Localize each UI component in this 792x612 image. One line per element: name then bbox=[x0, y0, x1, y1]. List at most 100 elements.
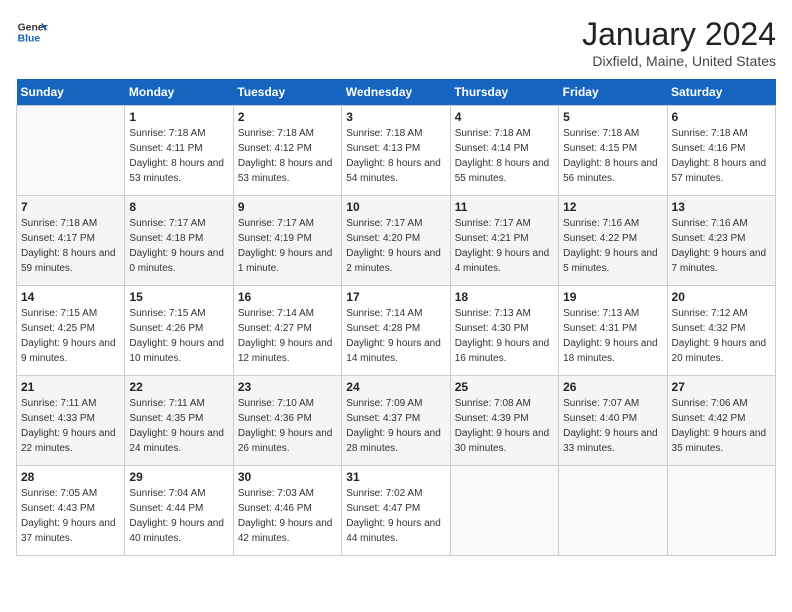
week-row-1: 1Sunrise: 7:18 AMSunset: 4:11 PMDaylight… bbox=[17, 106, 776, 196]
day-cell: 13 Sunrise: 7:16 AMSunset: 4:23 PMDayligh… bbox=[667, 196, 775, 286]
day-number: 11 bbox=[455, 200, 554, 214]
day-cell: 24Sunrise: 7:09 AMSunset: 4:37 PMDayligh… bbox=[342, 376, 450, 466]
day-cell bbox=[559, 466, 667, 556]
day-info: Sunrise: 7:18 AMSunset: 4:17 PMDaylight:… bbox=[21, 216, 120, 276]
weekday-header-friday: Friday bbox=[559, 79, 667, 106]
day-number: 28 bbox=[21, 470, 120, 484]
week-row-4: 21 Sunrise: 7:11 AMSunset: 4:33 PMDayligh… bbox=[17, 376, 776, 466]
day-cell: 8 Sunrise: 7:17 AMSunset: 4:18 PMDaylight… bbox=[125, 196, 233, 286]
day-cell: 1Sunrise: 7:18 AMSunset: 4:11 PMDaylight… bbox=[125, 106, 233, 196]
day-cell: 22Sunrise: 7:11 AMSunset: 4:35 PMDayligh… bbox=[125, 376, 233, 466]
day-info: Sunrise: 7:07 AMSunset: 4:40 PMDaylight:… bbox=[563, 396, 662, 456]
day-cell bbox=[667, 466, 775, 556]
weekday-header-thursday: Thursday bbox=[450, 79, 558, 106]
weekday-header-sunday: Sunday bbox=[17, 79, 125, 106]
day-cell: 26Sunrise: 7:07 AMSunset: 4:40 PMDayligh… bbox=[559, 376, 667, 466]
day-info: Sunrise: 7:11 AMSunset: 4:33 PMDaylight:… bbox=[21, 396, 120, 456]
day-cell: 16Sunrise: 7:14 AMSunset: 4:27 PMDayligh… bbox=[233, 286, 341, 376]
week-row-2: 7 Sunrise: 7:18 AMSunset: 4:17 PMDaylight… bbox=[17, 196, 776, 286]
day-info: Sunrise: 7:16 AMSunset: 4:23 PMDaylight:… bbox=[672, 216, 771, 276]
day-cell: 3 Sunrise: 7:18 AMSunset: 4:13 PMDaylight… bbox=[342, 106, 450, 196]
day-cell: 7 Sunrise: 7:18 AMSunset: 4:17 PMDaylight… bbox=[17, 196, 125, 286]
week-row-3: 14 Sunrise: 7:15 AMSunset: 4:25 PMDayligh… bbox=[17, 286, 776, 376]
day-info: Sunrise: 7:13 AMSunset: 4:31 PMDaylight:… bbox=[563, 306, 662, 366]
day-cell: 2Sunrise: 7:18 AMSunset: 4:12 PMDaylight… bbox=[233, 106, 341, 196]
day-cell: 14 Sunrise: 7:15 AMSunset: 4:25 PMDayligh… bbox=[17, 286, 125, 376]
day-cell: 19 Sunrise: 7:13 AMSunset: 4:31 PMDayligh… bbox=[559, 286, 667, 376]
title-area: January 2024 Dixfield, Maine, United Sta… bbox=[582, 16, 776, 69]
day-cell: 4 Sunrise: 7:18 AMSunset: 4:14 PMDaylight… bbox=[450, 106, 558, 196]
day-info: Sunrise: 7:13 AMSunset: 4:30 PMDaylight:… bbox=[455, 306, 554, 366]
day-number: 23 bbox=[238, 380, 337, 394]
day-number: 14 bbox=[21, 290, 120, 304]
calendar-table: SundayMondayTuesdayWednesdayThursdayFrid… bbox=[16, 79, 776, 556]
day-info: Sunrise: 7:14 AMSunset: 4:27 PMDaylight:… bbox=[238, 306, 337, 366]
day-number: 12 bbox=[563, 200, 662, 214]
day-number: 2 bbox=[238, 110, 337, 124]
day-number: 22 bbox=[129, 380, 228, 394]
day-cell: 30 Sunrise: 7:03 AMSunset: 4:46 PMDayligh… bbox=[233, 466, 341, 556]
weekday-header-saturday: Saturday bbox=[667, 79, 775, 106]
day-info: Sunrise: 7:15 AMSunset: 4:26 PMDaylight:… bbox=[129, 306, 228, 366]
day-info: Sunrise: 7:05 AMSunset: 4:43 PMDaylight:… bbox=[21, 486, 120, 546]
day-info: Sunrise: 7:17 AMSunset: 4:18 PMDaylight:… bbox=[129, 216, 228, 276]
day-number: 20 bbox=[672, 290, 771, 304]
day-info: Sunrise: 7:18 AMSunset: 4:14 PMDaylight:… bbox=[455, 126, 554, 186]
day-cell: 17 Sunrise: 7:14 AMSunset: 4:28 PMDayligh… bbox=[342, 286, 450, 376]
logo-icon: General Blue bbox=[16, 16, 48, 48]
day-number: 15 bbox=[129, 290, 228, 304]
day-info: Sunrise: 7:14 AMSunset: 4:28 PMDaylight:… bbox=[346, 306, 445, 366]
day-cell: 15 Sunrise: 7:15 AMSunset: 4:26 PMDayligh… bbox=[125, 286, 233, 376]
day-cell: 9 Sunrise: 7:17 AMSunset: 4:19 PMDaylight… bbox=[233, 196, 341, 286]
day-cell: 12 Sunrise: 7:16 AMSunset: 4:22 PMDayligh… bbox=[559, 196, 667, 286]
day-info: Sunrise: 7:16 AMSunset: 4:22 PMDaylight:… bbox=[563, 216, 662, 276]
day-number: 17 bbox=[346, 290, 445, 304]
day-info: Sunrise: 7:06 AMSunset: 4:42 PMDaylight:… bbox=[672, 396, 771, 456]
day-info: Sunrise: 7:10 AMSunset: 4:36 PMDaylight:… bbox=[238, 396, 337, 456]
day-number: 21 bbox=[21, 380, 120, 394]
day-number: 1 bbox=[129, 110, 228, 124]
day-number: 24 bbox=[346, 380, 445, 394]
day-info: Sunrise: 7:17 AMSunset: 4:20 PMDaylight:… bbox=[346, 216, 445, 276]
day-number: 3 bbox=[346, 110, 445, 124]
svg-text:Blue: Blue bbox=[18, 34, 41, 45]
day-info: Sunrise: 7:18 AMSunset: 4:16 PMDaylight:… bbox=[672, 126, 771, 186]
day-info: Sunrise: 7:15 AMSunset: 4:25 PMDaylight:… bbox=[21, 306, 120, 366]
day-info: Sunrise: 7:08 AMSunset: 4:39 PMDaylight:… bbox=[455, 396, 554, 456]
location-title: Dixfield, Maine, United States bbox=[582, 53, 776, 69]
day-cell: 21 Sunrise: 7:11 AMSunset: 4:33 PMDayligh… bbox=[17, 376, 125, 466]
weekday-header-wednesday: Wednesday bbox=[342, 79, 450, 106]
day-cell bbox=[450, 466, 558, 556]
day-cell: 11 Sunrise: 7:17 AMSunset: 4:21 PMDayligh… bbox=[450, 196, 558, 286]
day-number: 7 bbox=[21, 200, 120, 214]
day-info: Sunrise: 7:12 AMSunset: 4:32 PMDaylight:… bbox=[672, 306, 771, 366]
day-number: 31 bbox=[346, 470, 445, 484]
day-info: Sunrise: 7:18 AMSunset: 4:15 PMDaylight:… bbox=[563, 126, 662, 186]
day-number: 6 bbox=[672, 110, 771, 124]
day-info: Sunrise: 7:04 AMSunset: 4:44 PMDaylight:… bbox=[129, 486, 228, 546]
day-info: Sunrise: 7:02 AMSunset: 4:47 PMDaylight:… bbox=[346, 486, 445, 546]
day-info: Sunrise: 7:03 AMSunset: 4:46 PMDaylight:… bbox=[238, 486, 337, 546]
day-number: 29 bbox=[129, 470, 228, 484]
day-info: Sunrise: 7:18 AMSunset: 4:13 PMDaylight:… bbox=[346, 126, 445, 186]
day-number: 8 bbox=[129, 200, 228, 214]
day-number: 30 bbox=[238, 470, 337, 484]
day-cell: 6 Sunrise: 7:18 AMSunset: 4:16 PMDaylight… bbox=[667, 106, 775, 196]
week-row-5: 28 Sunrise: 7:05 AMSunset: 4:43 PMDayligh… bbox=[17, 466, 776, 556]
day-number: 27 bbox=[672, 380, 771, 394]
day-number: 4 bbox=[455, 110, 554, 124]
day-number: 25 bbox=[455, 380, 554, 394]
weekday-header-row: SundayMondayTuesdayWednesdayThursdayFrid… bbox=[17, 79, 776, 106]
day-number: 9 bbox=[238, 200, 337, 214]
day-info: Sunrise: 7:17 AMSunset: 4:21 PMDaylight:… bbox=[455, 216, 554, 276]
day-cell: 18Sunrise: 7:13 AMSunset: 4:30 PMDayligh… bbox=[450, 286, 558, 376]
day-cell: 27 Sunrise: 7:06 AMSunset: 4:42 PMDayligh… bbox=[667, 376, 775, 466]
day-info: Sunrise: 7:17 AMSunset: 4:19 PMDaylight:… bbox=[238, 216, 337, 276]
day-cell: 28 Sunrise: 7:05 AMSunset: 4:43 PMDayligh… bbox=[17, 466, 125, 556]
day-cell bbox=[17, 106, 125, 196]
day-number: 19 bbox=[563, 290, 662, 304]
month-title: January 2024 bbox=[582, 16, 776, 53]
day-cell: 5Sunrise: 7:18 AMSunset: 4:15 PMDaylight… bbox=[559, 106, 667, 196]
day-cell: 25 Sunrise: 7:08 AMSunset: 4:39 PMDayligh… bbox=[450, 376, 558, 466]
day-number: 13 bbox=[672, 200, 771, 214]
